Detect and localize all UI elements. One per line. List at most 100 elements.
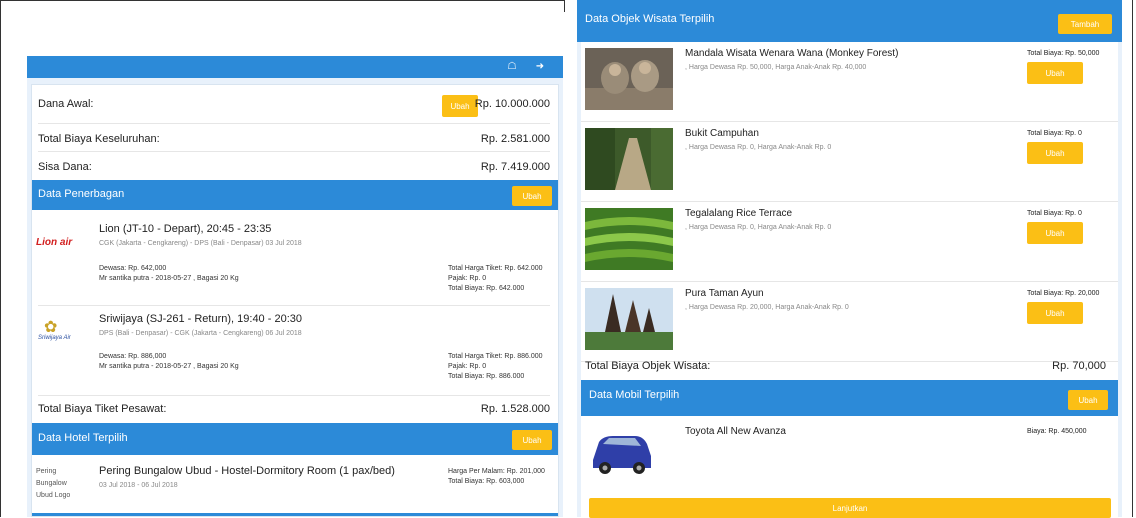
objek-section-header: Data Objek Wisata Terpilih Tambah bbox=[577, 0, 1122, 42]
flight-route: DPS (Bali - Denpasar) - CGK (Jakarta - C… bbox=[99, 330, 302, 337]
objek-card: Mandala Wisata Wenara Wana (Monkey Fores… bbox=[581, 42, 1118, 518]
total-tiket-row: Total Biaya Tiket Pesawat: Rp. 1.528.000 bbox=[38, 403, 550, 417]
total-objek-row: Total Biaya Objek Wisata: Rp. 70,000 bbox=[585, 360, 1106, 374]
sisa-dana-label: Sisa Dana: bbox=[38, 161, 92, 173]
ubah-hotel-button[interactable]: Ubah bbox=[512, 430, 552, 450]
objek-item: Mandala Wisata Wenara Wana (Monkey Fores… bbox=[581, 42, 1118, 122]
flights-section-title: Data Penerbagan bbox=[38, 188, 125, 200]
mobil-section-header: Data Mobil Terpilih Ubah bbox=[581, 380, 1118, 416]
objek-item: Tegalalang Rice Terrace , Harga Dewasa R… bbox=[581, 202, 1118, 282]
total-tiket-value: Rp. 1.528.000 bbox=[480, 403, 550, 415]
ubah-flights-button[interactable]: Ubah bbox=[512, 186, 552, 206]
objek-total: Total Biaya: Rp. 20,000 bbox=[1027, 290, 1100, 297]
flight-item: ✿ Sriwijaya Air Sriwijaya (SJ-261 - Retu… bbox=[32, 313, 558, 393]
hotel-section-header: Data Hotel Terpilih Ubah bbox=[32, 423, 558, 455]
home-icon[interactable]: ☖ bbox=[505, 60, 519, 74]
right-panel: Data Objek Wisata Terpilih Tambah Mandal… bbox=[577, 0, 1122, 518]
objek-total: Total Biaya: Rp. 50,000 bbox=[1027, 50, 1100, 57]
total-biaya-row: Total Biaya Keseluruhan: Rp. 2.581.000 bbox=[38, 133, 550, 147]
bukit-campuhan-image bbox=[585, 128, 673, 190]
objek-desc: , Harga Dewasa Rp. 50,000, Harga Anak-An… bbox=[685, 64, 867, 71]
mobil-section-title: Data Mobil Terpilih bbox=[589, 389, 680, 401]
hotel-section-title: Data Hotel Terpilih bbox=[38, 432, 128, 444]
ubah-mobil-button[interactable]: Ubah bbox=[1068, 390, 1108, 410]
flight-item: Lion air Lion (JT-10 - Depart), 20:45 - … bbox=[32, 223, 558, 303]
dana-awal-row: Dana Awal: Ubah Rp. 10.000.000 bbox=[38, 95, 550, 117]
flight-total-biaya: Total Biaya: Rp. 886.000 bbox=[448, 373, 525, 380]
mobil-name: Toyota All New Avanza bbox=[685, 426, 786, 437]
lanjutkan-button[interactable]: Lanjutkan bbox=[589, 498, 1111, 518]
monkey-forest-image bbox=[585, 48, 673, 110]
flight-passenger-info: Mr santika putra - 2018-05-27 , Bagasi 2… bbox=[99, 275, 239, 282]
summary-card: Dana Awal: Ubah Rp. 10.000.000 Total Bia… bbox=[31, 84, 559, 517]
total-biaya-value: Rp. 2.581.000 bbox=[480, 133, 550, 145]
dana-awal-value: Rp. 10.000.000 bbox=[474, 98, 550, 110]
objek-name: Mandala Wisata Wenara Wana (Monkey Fores… bbox=[685, 48, 899, 59]
hotel-name: Pering Bungalow Ubud - Hostel-Dormitory … bbox=[99, 465, 395, 477]
frame-top-border bbox=[0, 0, 564, 1]
sisa-dana-value: Rp. 7.419.000 bbox=[480, 161, 550, 173]
hotel-total: Total Biaya: Rp. 603,000 bbox=[448, 478, 525, 485]
total-objek-label: Total Biaya Objek Wisata: bbox=[585, 360, 711, 372]
flight-pajak: Pajak: Rp. 0 bbox=[448, 363, 487, 370]
divider bbox=[38, 305, 550, 306]
objek-desc: , Harga Dewasa Rp. 0, Harga Anak-Anak Rp… bbox=[685, 224, 832, 231]
objek-total: Total Biaya: Rp. 0 bbox=[1027, 210, 1082, 217]
divider bbox=[38, 151, 550, 152]
frame-left-border bbox=[0, 0, 1, 517]
objek-name: Bukit Campuhan bbox=[685, 128, 759, 139]
flight-name: Lion (JT-10 - Depart), 20:45 - 23:35 bbox=[99, 223, 272, 235]
flight-total-harga: Total Harga Tiket: Rp. 886.000 bbox=[448, 353, 543, 360]
flight-pajak: Pajak: Rp. 0 bbox=[448, 275, 487, 282]
objek-desc: , Harga Dewasa Rp. 20,000, Harga Anak-An… bbox=[685, 304, 849, 311]
flight-total-harga: Total Harga Tiket: Rp. 642.000 bbox=[448, 265, 543, 272]
frame-divider bbox=[564, 0, 565, 12]
flight-passenger-price: Dewasa: Rp. 886,000 bbox=[99, 353, 167, 360]
objek-section-title: Data Objek Wisata Terpilih bbox=[585, 13, 715, 25]
tambah-objek-button[interactable]: Tambah bbox=[1058, 14, 1112, 34]
ubah-objek-button[interactable]: Ubah bbox=[1027, 62, 1083, 84]
lion-air-logo: Lion air bbox=[36, 237, 73, 248]
ubah-objek-button[interactable]: Ubah bbox=[1027, 222, 1083, 244]
hotel-dates: 03 Jul 2018 - 06 Jul 2018 bbox=[99, 482, 178, 489]
flights-section-header: Data Penerbagan Ubah bbox=[32, 180, 558, 210]
tegalalang-image bbox=[585, 208, 673, 270]
total-biaya-label: Total Biaya Keseluruhan: bbox=[38, 133, 160, 145]
objek-item: Bukit Campuhan , Harga Dewasa Rp. 0, Har… bbox=[581, 122, 1118, 202]
total-objek-value: Rp. 70,000 bbox=[1052, 360, 1106, 372]
ubah-dana-button[interactable]: Ubah bbox=[442, 95, 478, 117]
hotel-logo-alt: Ubud Logo bbox=[36, 492, 71, 499]
hotel-item: Pering Bungalow Ubud Logo Pering Bungalo… bbox=[32, 465, 558, 515]
sriwijaya-logo-icon: ✿ bbox=[44, 319, 58, 336]
hotel-price: Harga Per Malam: Rp. 201,000 bbox=[448, 468, 545, 475]
flight-total-biaya: Total Biaya: Rp. 642.000 bbox=[448, 285, 525, 292]
car-image bbox=[593, 436, 651, 474]
dana-awal-label: Dana Awal: bbox=[38, 98, 94, 110]
objek-item: Pura Taman Ayun , Harga Dewasa Rp. 20,00… bbox=[581, 282, 1118, 362]
sriwijaya-logo: Sriwijaya Air bbox=[38, 335, 71, 341]
logout-icon[interactable]: ➜ bbox=[533, 60, 547, 74]
flight-passenger-price: Dewasa: Rp. 642,000 bbox=[99, 265, 167, 272]
pura-taman-ayun-image bbox=[585, 288, 673, 350]
divider bbox=[38, 123, 550, 124]
flight-name: Sriwijaya (SJ-261 - Return), 19:40 - 20:… bbox=[99, 313, 302, 325]
objek-total: Total Biaya: Rp. 0 bbox=[1027, 130, 1082, 137]
divider bbox=[38, 395, 550, 396]
objek-name: Tegalalang Rice Terrace bbox=[685, 208, 793, 219]
total-tiket-label: Total Biaya Tiket Pesawat: bbox=[38, 403, 167, 415]
ubah-objek-button[interactable]: Ubah bbox=[1027, 302, 1083, 324]
sisa-dana-row: Sisa Dana: Rp. 7.419.000 bbox=[38, 161, 550, 175]
next-section-header bbox=[32, 513, 558, 516]
flight-passenger-info: Mr santika putra - 2018-05-27 , Bagasi 2… bbox=[99, 363, 239, 370]
flight-route: CGK (Jakarta - Cengkareng) - DPS (Bali -… bbox=[99, 240, 302, 247]
mobil-price: Biaya: Rp. 450,000 bbox=[1027, 428, 1087, 435]
top-navbar: ☖ ➜ bbox=[27, 56, 563, 78]
hotel-logo-alt: Bungalow bbox=[36, 480, 67, 487]
mobil-item: Toyota All New Avanza Biaya: Rp. 450,000 bbox=[581, 420, 1118, 490]
frame-right-border bbox=[1132, 0, 1133, 517]
objek-desc: , Harga Dewasa Rp. 0, Harga Anak-Anak Rp… bbox=[685, 144, 832, 151]
ubah-objek-button[interactable]: Ubah bbox=[1027, 142, 1083, 164]
hotel-logo-alt: Pering bbox=[36, 468, 57, 475]
objek-name: Pura Taman Ayun bbox=[685, 288, 764, 299]
left-panel: ☖ ➜ Dana Awal: Ubah Rp. 10.000.000 Total… bbox=[27, 56, 563, 517]
